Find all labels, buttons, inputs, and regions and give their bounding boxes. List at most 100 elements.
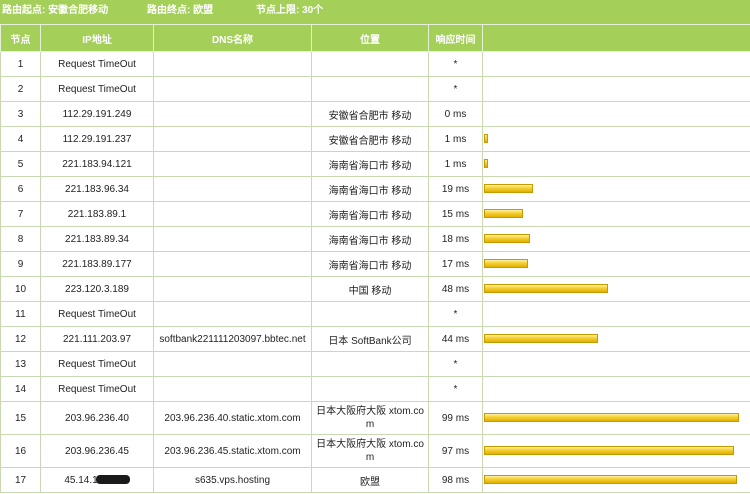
hop-number-cell: 1 [0,51,41,77]
table-row: 11 Request TimeOut * [0,301,750,327]
table-row: 10 223.120.3.189 中国 移动 48 ms [0,276,750,302]
ip-address-cell: 203.96.236.45 [40,434,154,468]
hop-number-cell: 3 [0,101,41,127]
column-header-latency-bar [482,24,750,52]
latency-bar-cell [482,176,750,202]
ip-address-text: 45.14.1 [64,474,98,486]
latency-bar [484,134,488,144]
location-cell: 日本大阪府大阪 xtom.com [311,401,429,435]
location-cell: 欧盟 [311,467,429,493]
location-cell: 海南省海口市 移动 [311,151,429,177]
dns-name-cell: 203.96.236.40.static.xtom.com [153,401,312,435]
latency-bar [484,234,530,244]
latency-bar [484,259,528,269]
ip-address-cell: Request TimeOut [40,351,154,377]
dns-name-cell [153,226,312,252]
latency-bar [484,209,523,219]
response-time-cell: * [428,351,483,377]
latency-bar-cell [482,101,750,127]
latency-bar-cell [482,467,750,493]
response-time-cell: 1 ms [428,126,483,152]
dns-name-cell [153,51,312,77]
ip-address-cell: 221.183.96.34 [40,176,154,202]
redaction-mark [95,475,130,485]
column-header-response-time: 响应时间 [428,24,483,52]
table-row: 5 221.183.94.121 海南省海口市 移动 1 ms [0,151,750,177]
latency-bar-cell [482,351,750,377]
table-header-row: 节点 IP地址 DNS名称 位置 响应时间 [0,24,750,52]
hop-number-cell: 4 [0,126,41,152]
table-row: 16 203.96.236.45 203.96.236.45.static.xtom… [0,434,750,468]
ip-address-cell: 221.183.94.121 [40,151,154,177]
table-row: 8 221.183.89.34 海南省海口市 移动 18 ms [0,226,750,252]
response-time-cell: * [428,76,483,102]
table-row: 14 Request TimeOut * [0,376,750,402]
table-row: 17 45.14.1 s635.vps.hosting 欧盟 98 ms [0,467,750,493]
response-time-cell: 44 ms [428,326,483,352]
latency-bar [484,184,533,194]
response-time-cell: 98 ms [428,467,483,493]
response-time-cell: * [428,301,483,327]
ip-address-cell: Request TimeOut [40,51,154,77]
dns-name-cell [153,101,312,127]
hop-number-cell: 5 [0,151,41,177]
response-time-cell: 17 ms [428,251,483,277]
latency-bar [484,159,488,169]
dns-name-cell [153,351,312,377]
dns-name-cell: 203.96.236.45.static.xtom.com [153,434,312,468]
latency-bar [484,475,737,485]
dns-name-cell: softbank221111203097.bbtec.net [153,326,312,352]
latency-bar [484,446,734,456]
response-time-cell: * [428,51,483,77]
ip-address-cell: 203.96.236.40 [40,401,154,435]
ip-address-cell: 223.120.3.189 [40,276,154,302]
dns-name-cell [153,376,312,402]
column-header-location: 位置 [311,24,429,52]
response-time-cell: 15 ms [428,201,483,227]
ip-address-cell: 221.183.89.177 [40,251,154,277]
location-cell [311,376,429,402]
location-cell: 海南省海口市 移动 [311,201,429,227]
table-row: 6 221.183.96.34 海南省海口市 移动 19 ms [0,176,750,202]
response-time-cell: 97 ms [428,434,483,468]
column-header-dns: DNS名称 [153,24,312,52]
hop-number-cell: 11 [0,301,41,327]
ip-address-cell: Request TimeOut [40,376,154,402]
table-row: 7 221.183.89.1 海南省海口市 移动 15 ms [0,201,750,227]
location-cell: 日本大阪府大阪 xtom.com [311,434,429,468]
latency-bar-cell [482,51,750,77]
latency-bar-cell [482,226,750,252]
location-cell: 中国 移动 [311,276,429,302]
dns-name-cell [153,76,312,102]
latency-bar-cell [482,434,750,468]
hop-number-cell: 15 [0,401,41,435]
table-row: 3 112.29.191.249 安徽省合肥市 移动 0 ms [0,101,750,127]
latency-bar-cell [482,76,750,102]
dns-name-cell [153,126,312,152]
latency-bar-cell [482,151,750,177]
hop-number-cell: 14 [0,376,41,402]
location-cell: 安徽省合肥市 移动 [311,126,429,152]
response-time-cell: 48 ms [428,276,483,302]
location-cell: 海南省海口市 移动 [311,226,429,252]
location-cell [311,51,429,77]
location-cell: 海南省海口市 移动 [311,251,429,277]
hop-number-cell: 13 [0,351,41,377]
latency-bar-cell [482,376,750,402]
ip-address-cell: Request TimeOut [40,301,154,327]
dns-name-cell [153,301,312,327]
table-row: 9 221.183.89.177 海南省海口市 移动 17 ms [0,251,750,277]
response-time-cell: 19 ms [428,176,483,202]
response-time-cell: 18 ms [428,226,483,252]
dns-name-cell: s635.vps.hosting [153,467,312,493]
hop-number-cell: 6 [0,176,41,202]
dns-name-cell [153,151,312,177]
response-time-cell: 99 ms [428,401,483,435]
hop-number-cell: 12 [0,326,41,352]
ip-address-cell: Request TimeOut [40,76,154,102]
location-cell [311,76,429,102]
table-row: 15 203.96.236.40 203.96.236.40.static.xtom… [0,401,750,435]
latency-bar-cell [482,276,750,302]
hop-number-cell: 8 [0,226,41,252]
response-time-cell: * [428,376,483,402]
